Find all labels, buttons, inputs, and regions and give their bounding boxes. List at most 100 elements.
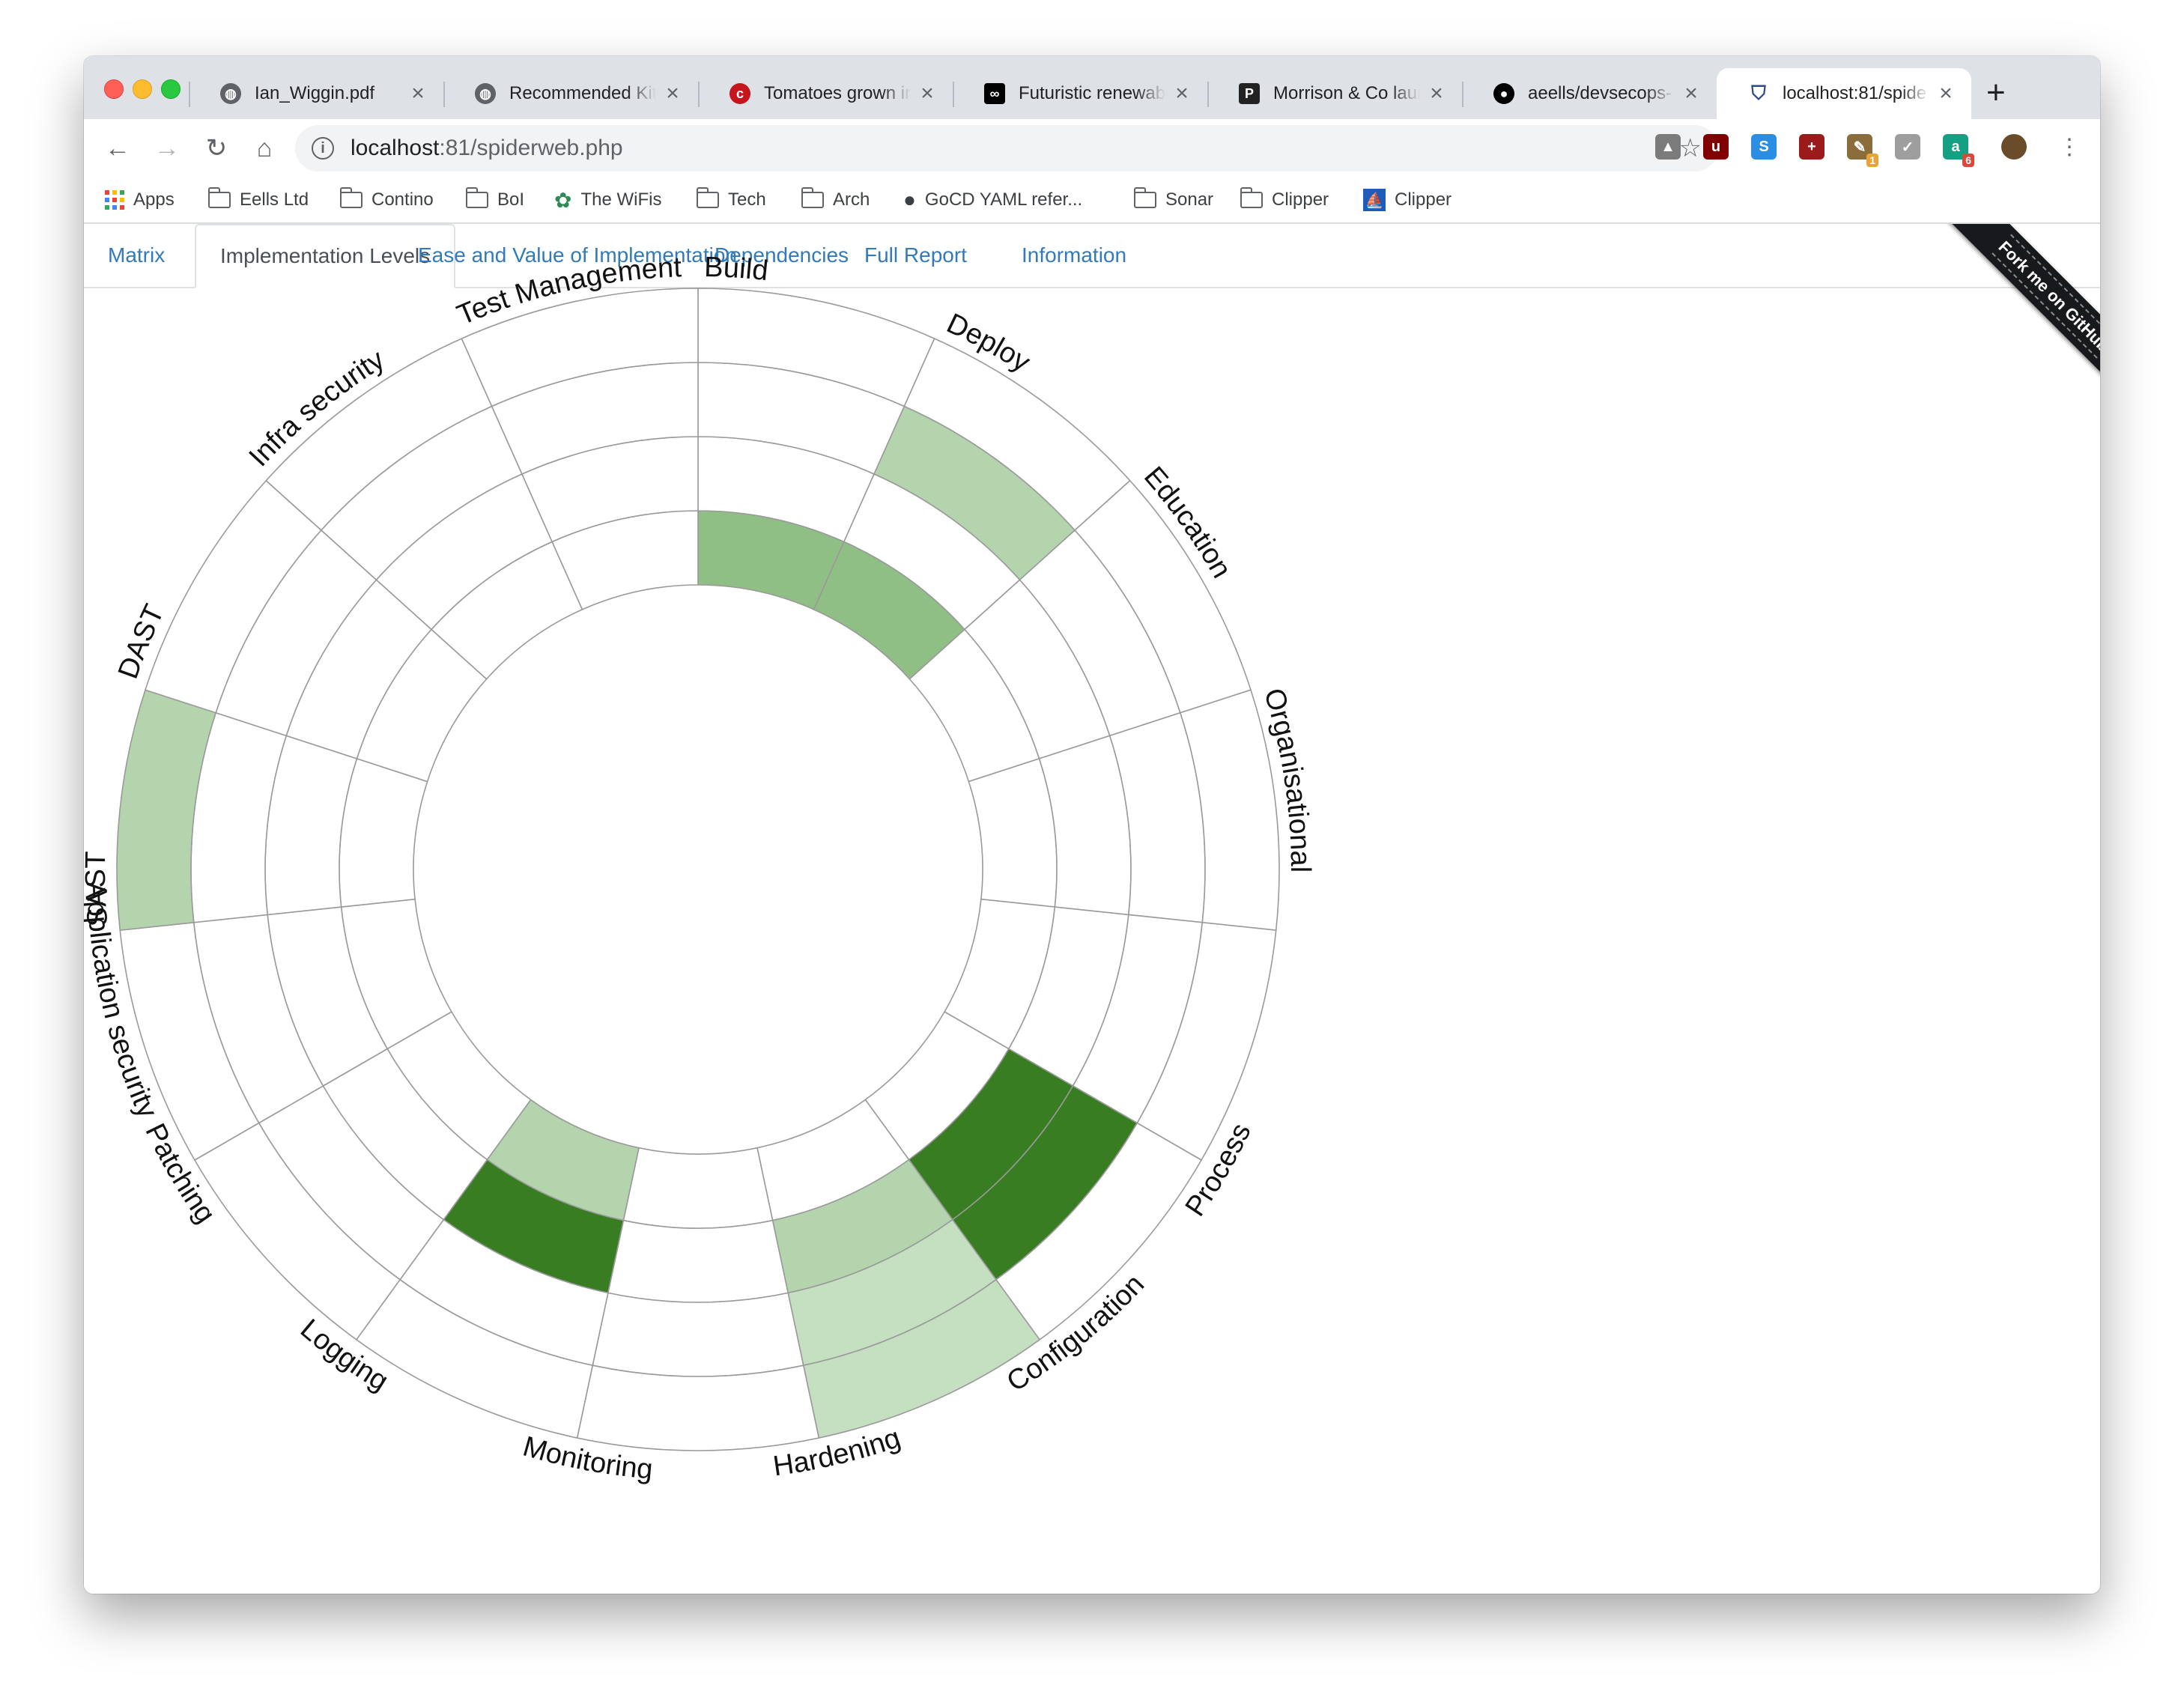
ublock-icon[interactable]: u — [1703, 134, 1729, 160]
s-icon[interactable]: S — [1751, 134, 1777, 160]
tab-close-button[interactable]: × — [1171, 81, 1192, 106]
apps-grid-icon — [105, 190, 124, 210]
tab-close-button[interactable]: × — [662, 81, 683, 106]
tab-separator — [698, 82, 700, 107]
plus-shield-icon[interactable]: + — [1799, 134, 1824, 160]
kebab-menu-icon: ⋮ — [2058, 134, 2081, 160]
bookmark-item[interactable]: ⛵ Clipper — [1363, 186, 1452, 213]
bookmark-label: Eells Ltd — [240, 189, 309, 210]
forward-button[interactable]: → — [148, 130, 186, 167]
browser-toolbar: ← → ↻ ⌂ i localhost:81/spiderweb.php ☆ ▲… — [84, 119, 2100, 177]
extension-badge: 1 — [1866, 154, 1878, 167]
bookmark-item[interactable]: Tech — [696, 186, 766, 213]
browser-tab[interactable]: ◍ Recommended Kit × — [443, 68, 698, 119]
bookmark-label: GoCD YAML refer... — [924, 189, 1083, 210]
bookmark-label: Clipper — [1272, 189, 1329, 210]
cartoon-icon[interactable]: ✎ 1 — [1847, 134, 1878, 167]
shield-icon: ⛉ — [1751, 82, 1766, 104]
reload-icon: ↻ — [205, 134, 228, 163]
arrow-right-icon: → — [154, 133, 180, 163]
tab-close-button[interactable]: × — [1426, 81, 1447, 106]
clipper-icon: ⛵ — [1363, 189, 1386, 211]
globe-icon: ◍ — [220, 83, 241, 104]
category-label: SAST — [84, 851, 114, 927]
bookmark-item[interactable]: Contino — [339, 186, 434, 213]
tab-separator — [189, 82, 190, 107]
address-host: localhost — [351, 136, 440, 160]
tab-title: Tomatoes grown in — [764, 83, 911, 103]
extension-glyph: + — [1807, 138, 1816, 155]
arrow-left-icon: ← — [105, 133, 130, 163]
bookmark-label: The WiFis — [580, 189, 662, 210]
extension-glyph: u — [1711, 138, 1721, 155]
chart-cell[interactable] — [576, 1365, 820, 1451]
bookmarks-bar: Apps Eells Ltd Contino BoI ✿ The WiFis Tech Arc… — [84, 177, 2100, 224]
tab-close-button[interactable]: × — [1681, 81, 1702, 106]
bookmark-label: Apps — [133, 189, 175, 210]
browser-menu-button[interactable]: ⋮ — [2051, 128, 2088, 166]
chart-cell[interactable] — [607, 1219, 789, 1303]
minimize-window-button[interactable] — [133, 79, 152, 99]
bookmark-star-icon[interactable]: ☆ — [1679, 133, 1702, 163]
browser-tab[interactable]: ◍ Ian_Wiggin.pdf × — [189, 68, 443, 119]
extension-glyph: ✓ — [1901, 139, 1914, 156]
implementation-levels-chart: BuildDeployEducationOrganisationalProces… — [84, 252, 1316, 1486]
category-label: Build — [704, 252, 770, 287]
bookmark-item[interactable]: Eells Ltd — [207, 186, 309, 213]
page-content: Matrix Implementation Levels Ease and Valu… — [84, 224, 2100, 1594]
chart-cell[interactable] — [339, 757, 428, 908]
bookmark-item[interactable]: Apps — [105, 186, 175, 213]
bookmark-label: BoI — [497, 189, 525, 210]
folder-icon — [339, 187, 363, 208]
bookmark-item[interactable]: Clipper — [1240, 186, 1329, 213]
home-button[interactable]: ⌂ — [246, 130, 283, 167]
bookmark-item[interactable]: ✿ The WiFis — [554, 186, 661, 213]
folder-icon — [207, 187, 231, 208]
zoom-window-button[interactable] — [161, 79, 181, 99]
back-button[interactable]: ← — [99, 130, 136, 167]
drive-icon[interactable]: ▲ — [1655, 134, 1681, 160]
tab-close-button[interactable]: × — [917, 81, 938, 106]
browser-tab[interactable]: ● aeells/devsecops- × — [1462, 68, 1717, 119]
tab-close-button[interactable]: × — [1935, 81, 1956, 106]
github-icon: ● — [903, 188, 916, 211]
tab-title: Futuristic renewab — [1019, 83, 1165, 103]
extension-glyph: ✎ — [1853, 139, 1866, 156]
chart-cell[interactable] — [592, 1292, 804, 1377]
address-bar[interactable]: i localhost:81/spiderweb.php ☆ — [295, 125, 1718, 171]
chart-cell[interactable] — [622, 1147, 774, 1229]
folder-icon — [801, 187, 824, 208]
check-icon[interactable]: ✓ — [1895, 134, 1920, 160]
home-icon: ⌂ — [256, 133, 273, 163]
cnet-icon: c — [729, 83, 750, 104]
tab-close-button[interactable]: × — [407, 81, 428, 106]
tab-title: localhost:81/spide — [1783, 83, 1927, 103]
tab-separator — [443, 82, 445, 107]
tab-title: aeells/devsecops- — [1528, 83, 1672, 103]
folder-icon — [1133, 187, 1156, 208]
close-window-button[interactable] — [104, 79, 124, 99]
browser-tab[interactable]: c Tomatoes grown in × — [698, 68, 953, 119]
extension-badge: 6 — [1962, 154, 1974, 167]
extension-glyph: S — [1759, 138, 1769, 155]
folder-icon — [1240, 187, 1263, 208]
browser-tab[interactable]: P Morrison & Co laun × — [1207, 68, 1462, 119]
bookmark-item[interactable]: BoI — [465, 186, 525, 213]
wifis-icon: ✿ — [554, 188, 572, 212]
bookmark-item[interactable]: ● GoCD YAML refer... — [903, 186, 1082, 213]
chart-cell[interactable] — [968, 757, 1058, 908]
info-icon[interactable]: i — [312, 137, 334, 160]
bookmark-item[interactable]: Arch — [801, 186, 870, 213]
reload-button[interactable]: ↻ — [198, 130, 235, 167]
browser-tab[interactable]: ∞ Futuristic renewab × — [953, 68, 1207, 119]
address-path: :81/spiderweb.php — [439, 136, 623, 160]
grammarly-icon[interactable]: a6 — [1943, 134, 1974, 167]
bookmark-label: Contino — [371, 189, 434, 210]
browser-tab[interactable]: ⛉ localhost:81/spide × — [1717, 68, 1971, 119]
tab-title: Morrison & Co laun — [1273, 83, 1420, 103]
browser-window: ◍ Ian_Wiggin.pdf × ◍ Recommended Kit × c Tomato… — [84, 56, 2100, 1594]
profile-avatar[interactable] — [2001, 134, 2027, 160]
bookmark-item[interactable]: Sonar — [1133, 186, 1213, 213]
extension-glyph: ▲ — [1660, 138, 1675, 155]
new-tab-button[interactable]: + — [1986, 74, 2006, 112]
